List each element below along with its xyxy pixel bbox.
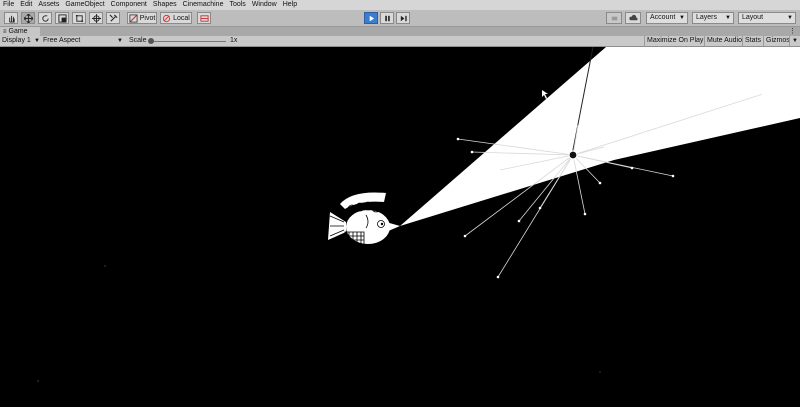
aspect-dropdown[interactable]: Free Aspect ▼: [43, 36, 125, 46]
layers-dropdown[interactable]: Layers ▼: [692, 12, 734, 24]
chevron-down-icon: ▼: [725, 15, 731, 21]
rotate-icon: [41, 14, 49, 22]
account-label: Account: [650, 14, 676, 21]
menu-bar: File Edit Assets GameObject Component Sh…: [0, 0, 800, 10]
tab-game[interactable]: ≡ Game: [0, 27, 40, 36]
wrench-icon: [109, 14, 117, 22]
stats-button[interactable]: Stats: [742, 36, 763, 46]
maximize-on-play-button[interactable]: Maximize On Play: [644, 36, 705, 46]
move-tool-button[interactable]: [21, 12, 35, 24]
custom-tool-button[interactable]: [106, 12, 120, 24]
collab-button[interactable]: [606, 12, 622, 24]
game-view-toolbar: Display 1 ▼ Free Aspect ▼ Scale 1x Maxim…: [0, 36, 800, 47]
layout-dropdown[interactable]: Layout ▼: [738, 12, 796, 24]
main-toolbar: Pivot Local Account ▼ Layers ▼ Layout ▼: [0, 10, 800, 27]
transform-icon: [91, 13, 101, 23]
pause-button[interactable]: [380, 12, 394, 24]
aspect-label: Free Aspect: [43, 37, 81, 44]
game-tab-icon: ≡: [3, 28, 7, 35]
mute-audio-button[interactable]: Mute Audio: [704, 36, 744, 46]
menu-component[interactable]: Component: [108, 0, 150, 10]
local-toggle-button[interactable]: Local: [160, 12, 192, 24]
grid-icon: [199, 14, 209, 22]
scale-icon: [57, 13, 67, 23]
tab-game-label: Game: [8, 28, 28, 35]
game-scene-canvas: [0, 47, 800, 407]
rotate-tool-button[interactable]: [38, 12, 52, 24]
gizmos-button[interactable]: Gizmos: [763, 36, 792, 46]
game-viewport[interactable]: [0, 47, 800, 407]
gizmos-chevron-down-icon[interactable]: ▼: [789, 36, 800, 46]
menu-help[interactable]: Help: [280, 0, 300, 10]
pivot-icon: [129, 13, 138, 23]
scale-value: 1x: [230, 37, 238, 44]
cloud-icon: [628, 14, 638, 20]
hand-icon: [8, 15, 15, 23]
rect-tool-button[interactable]: [72, 12, 86, 24]
chevron-down-icon: ▼: [679, 15, 685, 21]
display-label: Display 1: [2, 37, 31, 44]
scale-slider-handle[interactable]: [148, 38, 154, 44]
pivot-toggle-button[interactable]: Pivot: [127, 12, 157, 24]
layers-label: Layers: [696, 14, 718, 21]
account-dropdown[interactable]: Account ▼: [646, 12, 688, 24]
pause-icon: [384, 15, 390, 21]
window-tab-bar: ≡ Game ⋮: [0, 27, 800, 36]
menu-gameobject[interactable]: GameObject: [62, 0, 107, 10]
hand-tool-button[interactable]: [4, 12, 18, 24]
step-button[interactable]: [396, 12, 410, 24]
menu-cinemachine[interactable]: Cinemachine: [180, 0, 227, 10]
pivot-label: Pivot: [139, 14, 156, 22]
collab-icon: [611, 16, 617, 20]
rect-icon: [75, 14, 83, 22]
menu-shapes[interactable]: Shapes: [150, 0, 180, 10]
menu-file[interactable]: File: [0, 0, 17, 10]
local-label: Local: [173, 14, 190, 22]
scale-slider-track[interactable]: [150, 41, 226, 42]
chevron-down-icon: ▼: [34, 38, 40, 44]
chevron-down-icon: ▼: [117, 38, 123, 44]
menu-window[interactable]: Window: [249, 0, 280, 10]
play-button[interactable]: [364, 12, 378, 24]
local-icon: [163, 14, 171, 22]
step-icon: [400, 15, 407, 21]
menu-tools[interactable]: Tools: [226, 0, 248, 10]
scale-tool-button[interactable]: [55, 12, 69, 24]
grid-snap-button[interactable]: [197, 12, 211, 24]
transform-tool-button[interactable]: [89, 12, 103, 24]
burst-center: [568, 150, 578, 160]
kebab-menu-icon[interactable]: ⋮: [789, 27, 796, 36]
cloud-button[interactable]: [625, 12, 641, 24]
display-dropdown[interactable]: Display 1 ▼: [2, 36, 42, 46]
layout-label: Layout: [742, 14, 764, 21]
move-icon: [23, 13, 33, 23]
scale-label: Scale: [129, 37, 147, 44]
chevron-down-icon: ▼: [787, 15, 793, 21]
menu-assets[interactable]: Assets: [35, 0, 62, 10]
play-icon: [369, 15, 374, 21]
menu-edit[interactable]: Edit: [17, 0, 35, 10]
